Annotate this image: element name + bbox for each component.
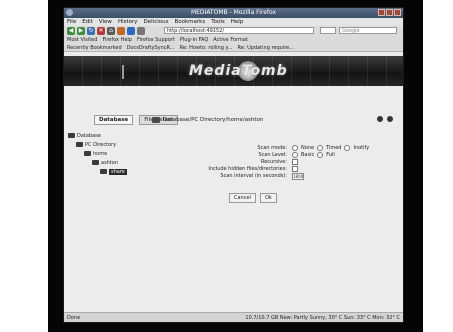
scan-interval-label: Scan interval (in seconds):	[220, 173, 287, 179]
bookmark-item[interactable]: Firefox Support	[137, 36, 175, 44]
cancel-button[interactable]: Cancel	[229, 193, 256, 203]
maximize-icon[interactable]	[386, 9, 393, 16]
window-title: MEDIATOMB - Mozilla Firefox	[190, 9, 277, 16]
tag-icon[interactable]	[137, 27, 145, 35]
scan-level-full-radio[interactable]	[317, 152, 324, 158]
scan-mode-none-radio[interactable]	[292, 145, 298, 151]
recursive-checkbox[interactable]	[292, 159, 298, 165]
page-content: MediaTomb Database Filesystem Database/P…	[64, 53, 403, 312]
menu-view[interactable]: View	[99, 18, 112, 26]
recursive-label: Recursive:	[260, 159, 287, 165]
delicious-icon[interactable]	[117, 27, 125, 35]
tree-node-label: Database	[77, 132, 101, 139]
delicious-toolbar: Recently Bookmarked DocsDraftySyncR... R…	[64, 44, 403, 52]
menu-bookmarks[interactable]: Bookmarks	[174, 18, 205, 26]
scan-level-label: Scan Level:	[258, 152, 287, 158]
search-input[interactable]: Google	[339, 27, 397, 34]
tree-node[interactable]: Database	[68, 131, 134, 140]
folder-icon	[92, 160, 99, 165]
scan-mode-label: Scan mode:	[257, 145, 287, 151]
menu-bar: File Edit View History Delicious Bookmar…	[64, 18, 403, 26]
tree-node[interactable]: PC Directory	[68, 140, 134, 149]
status-bar: Done 10.7/10.7 GB New: Partly Sunny, 30°…	[64, 312, 403, 322]
autoscan-form: Scan mode: None Timed Inotify Scan Level…	[197, 145, 387, 180]
folder-icon	[152, 117, 160, 123]
menu-tools[interactable]: Tools	[211, 18, 225, 26]
banner-divider	[122, 65, 124, 79]
tree-node[interactable]: home	[68, 149, 134, 158]
bookmark-item[interactable]: DocsDraftySyncR...	[127, 44, 175, 51]
menu-history[interactable]: History	[118, 18, 138, 26]
hidden-files-row: Include hidden files/directories:	[197, 166, 387, 173]
status-text: Done	[67, 315, 81, 321]
scan-interval-row: Scan interval (in seconds): 1800	[197, 173, 387, 180]
folder-icon	[68, 133, 75, 138]
browser-window: MEDIATOMB - Mozilla Firefox File Edit Vi…	[64, 8, 403, 322]
bookmark-item[interactable]: Re: Howto: rolling y...	[180, 44, 233, 51]
folder-icon	[84, 151, 91, 156]
scan-mode-row: Scan mode: None Timed Inotify	[197, 145, 387, 152]
tree-node-label: home	[93, 150, 108, 157]
tree-node-label: PC Directory	[85, 141, 117, 148]
forward-icon[interactable]: ▶	[77, 27, 85, 35]
menu-file[interactable]: File	[67, 18, 76, 26]
bookmark-item[interactable]: Firefox Help	[102, 36, 132, 44]
option-label: None	[301, 145, 315, 151]
bookmark-item[interactable]: Most Visited	[67, 36, 97, 44]
option-label: Inotify	[353, 145, 370, 151]
navigation-toolbar: ◀ ▶ ↻ ✕ ⌂ http://localhost:49152/ Google	[64, 26, 403, 36]
title-bar: MEDIATOMB - Mozilla Firefox	[64, 8, 403, 18]
menu-help[interactable]: Help	[231, 18, 244, 26]
mediatomb-banner: MediaTomb	[64, 56, 403, 86]
scan-mode-timed-radio[interactable]	[317, 145, 324, 151]
tree-node[interactable]: ashton	[68, 158, 134, 167]
minimize-icon[interactable]	[378, 9, 385, 16]
folder-tree: Database PC Directory home ashton share	[68, 131, 134, 176]
folder-icon	[76, 142, 83, 147]
scan-level-basic-radio[interactable]	[292, 152, 298, 158]
bookmarks-toolbar: Most Visited Firefox Help Firefox Suppor…	[64, 36, 403, 44]
bookmark-item[interactable]: Re: Updating require...	[238, 44, 295, 51]
scan-mode-inotify-radio[interactable]	[344, 145, 351, 151]
tab-database[interactable]: Database	[94, 115, 134, 125]
form-buttons: Cancel Ok	[229, 193, 277, 203]
menu-edit[interactable]: Edit	[82, 18, 93, 26]
scan-interval-input[interactable]: 1800	[292, 173, 304, 180]
recursive-row: Recursive:	[197, 159, 387, 166]
reload-icon[interactable]: ↻	[87, 27, 95, 35]
bookmark-item[interactable]: Active Format	[213, 36, 248, 44]
menu-delicious[interactable]: Delicious	[144, 18, 169, 26]
path-actions	[377, 116, 393, 122]
bookmark-icon[interactable]	[127, 27, 135, 35]
option-label: Full	[326, 152, 335, 158]
bookmark-item[interactable]: Plug-in FAQ	[180, 36, 208, 44]
scan-level-row: Scan Level: Basic Full	[197, 152, 387, 159]
tree-node-label: share	[109, 168, 127, 175]
window-menu-icon[interactable]	[66, 9, 73, 16]
home-icon[interactable]: ⌂	[107, 27, 115, 35]
add-icon[interactable]	[377, 116, 383, 122]
tree-node-selected[interactable]: share	[68, 167, 134, 176]
url-input[interactable]: http://localhost:49152/	[164, 27, 314, 34]
close-icon[interactable]	[394, 9, 401, 16]
stop-icon[interactable]: ✕	[97, 27, 105, 35]
hidden-files-checkbox[interactable]	[292, 166, 298, 172]
folder-icon	[100, 169, 107, 174]
mediatomb-logo: MediaTomb	[189, 63, 288, 79]
remove-icon[interactable]	[387, 116, 393, 122]
option-label: Basic	[301, 152, 315, 158]
hidden-files-label: Include hidden files/directories:	[208, 166, 287, 172]
ok-button[interactable]: Ok	[259, 193, 277, 203]
path-text: Database/PC Directory/home/ashton	[163, 117, 264, 123]
back-icon[interactable]: ◀	[67, 27, 75, 35]
go-button[interactable]	[320, 27, 336, 34]
bookmark-item[interactable]: Recently Bookmarked	[67, 44, 122, 51]
current-path: Database/PC Directory/home/ashton	[152, 117, 263, 123]
window-controls	[378, 9, 401, 16]
status-info: 10.7/10.7 GB New: Partly Sunny, 30° C Su…	[245, 315, 400, 321]
tree-node-label: ashton	[101, 159, 119, 166]
option-label: Timed	[326, 145, 342, 151]
